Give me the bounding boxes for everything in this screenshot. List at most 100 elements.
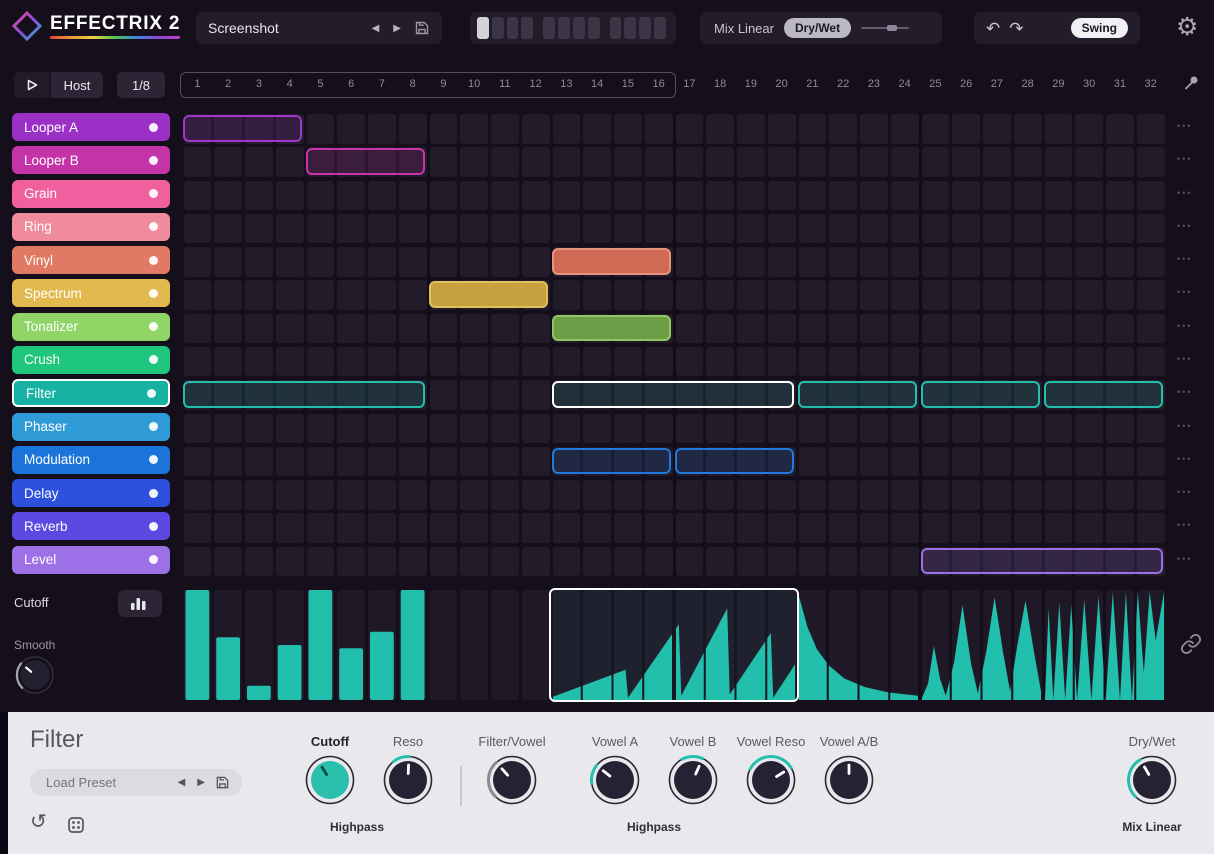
grid-cell[interactable] <box>183 446 212 477</box>
grid-cell[interactable] <box>829 280 857 310</box>
grid-cell[interactable] <box>398 513 427 543</box>
pin-icon[interactable] <box>1181 73 1201 93</box>
grid-cell[interactable] <box>460 346 488 377</box>
grid-cell[interactable] <box>829 313 857 344</box>
grid-cell[interactable] <box>706 546 734 577</box>
grid-cell[interactable] <box>614 180 642 211</box>
row-menu[interactable]: ••• <box>1177 321 1192 331</box>
grid-cell[interactable] <box>552 147 581 177</box>
grid-cell[interactable] <box>460 413 488 444</box>
grid-cell[interactable] <box>1075 413 1103 444</box>
grid-cell[interactable] <box>614 213 642 244</box>
grid-cell[interactable] <box>860 313 888 344</box>
grid-cell[interactable] <box>398 446 427 477</box>
grid-cell[interactable] <box>429 546 458 577</box>
grid-cell[interactable] <box>1136 313 1165 344</box>
grid-cell[interactable] <box>245 280 273 310</box>
grid-cell[interactable] <box>706 413 734 444</box>
grid-cell[interactable] <box>921 346 950 377</box>
grid-cell[interactable] <box>860 247 888 277</box>
grid-cell[interactable] <box>521 480 550 510</box>
row-menu[interactable]: ••• <box>1177 354 1192 364</box>
pattern-block[interactable] <box>183 115 302 142</box>
grid-cell[interactable] <box>921 446 950 477</box>
grid-cell[interactable] <box>767 413 796 444</box>
track-button-filter[interactable]: Filter <box>12 379 170 408</box>
grid-cell[interactable] <box>1075 346 1103 377</box>
grid-cell[interactable] <box>429 380 458 410</box>
grid-cell[interactable] <box>829 413 857 444</box>
pattern-slot-9[interactable] <box>609 17 622 39</box>
grid-cell[interactable] <box>829 114 857 144</box>
grid-cell[interactable] <box>583 213 611 244</box>
grid-cell[interactable] <box>491 213 519 244</box>
track-button-phaser[interactable]: Phaser <box>12 412 170 441</box>
grid-cell[interactable] <box>552 480 581 510</box>
grid-cell[interactable] <box>983 513 1011 543</box>
grid-cell[interactable] <box>183 280 212 310</box>
pattern-slot-10[interactable] <box>624 17 637 39</box>
pattern-slot-3[interactable] <box>506 17 519 39</box>
grid-cell[interactable] <box>337 313 365 344</box>
grid-cell[interactable] <box>829 247 857 277</box>
grid-cell[interactable] <box>306 513 335 543</box>
grid-cell[interactable] <box>983 180 1011 211</box>
grid-cell[interactable] <box>1106 280 1134 310</box>
grid-cell[interactable] <box>890 247 919 277</box>
drywet-mode-button[interactable]: Dry/Wet <box>783 18 852 38</box>
save-icon[interactable] <box>414 20 430 36</box>
grid-cell[interactable] <box>1044 446 1073 477</box>
grid-cell[interactable] <box>491 480 519 510</box>
grid-cell[interactable] <box>1013 346 1042 377</box>
grid-cell[interactable] <box>183 513 212 543</box>
grid-cell[interactable] <box>337 180 365 211</box>
grid-cell[interactable] <box>521 213 550 244</box>
grid-cell[interactable] <box>275 213 304 244</box>
grid-cell[interactable] <box>183 346 212 377</box>
grid-cell[interactable] <box>1044 213 1073 244</box>
grid-cell[interactable] <box>245 180 273 211</box>
row-menu[interactable]: ••• <box>1177 188 1192 198</box>
effect-preset-bar[interactable]: Load Preset ◀ ▶ <box>30 769 242 796</box>
grid-cell[interactable] <box>952 280 980 310</box>
track-enable-dot[interactable] <box>149 555 158 565</box>
grid-cell[interactable] <box>552 114 581 144</box>
grid-cell[interactable] <box>552 180 581 211</box>
grid-cell[interactable] <box>798 280 827 310</box>
grid-cell[interactable] <box>983 480 1011 510</box>
grid-cell[interactable] <box>952 213 980 244</box>
grid-cell[interactable] <box>1013 247 1042 277</box>
grid-cell[interactable] <box>737 213 765 244</box>
grid-cell[interactable] <box>890 213 919 244</box>
grid-cell[interactable] <box>952 313 980 344</box>
grid-cell[interactable] <box>952 247 980 277</box>
grid-cell[interactable] <box>521 346 550 377</box>
grid-cell[interactable] <box>737 546 765 577</box>
grid-cell[interactable] <box>1136 346 1165 377</box>
track-enable-dot[interactable] <box>149 189 158 199</box>
grid-cell[interactable] <box>1044 114 1073 144</box>
grid-cell[interactable] <box>952 513 980 543</box>
grid-cell[interactable] <box>952 480 980 510</box>
grid-cell[interactable] <box>275 513 304 543</box>
grid-cell[interactable] <box>737 114 765 144</box>
grid-cell[interactable] <box>890 114 919 144</box>
grid-cell[interactable] <box>583 546 611 577</box>
grid-cell[interactable] <box>675 313 704 344</box>
grid-cell[interactable] <box>860 446 888 477</box>
grid-cell[interactable] <box>1013 180 1042 211</box>
grid-cell[interactable] <box>767 346 796 377</box>
knob-vowel-reso[interactable] <box>745 754 797 811</box>
pattern-block[interactable] <box>552 248 671 275</box>
track-button-ring[interactable]: Ring <box>12 212 170 241</box>
grid-cell[interactable] <box>983 346 1011 377</box>
grid-cell[interactable] <box>921 114 950 144</box>
track-button-looper-b[interactable]: Looper B <box>12 146 170 175</box>
grid-cell[interactable] <box>921 247 950 277</box>
grid-cell[interactable] <box>214 147 242 177</box>
grid-cell[interactable] <box>306 446 335 477</box>
grid-cell[interactable] <box>890 446 919 477</box>
grid-cell[interactable] <box>1136 413 1165 444</box>
grid-cell[interactable] <box>767 546 796 577</box>
track-enable-dot[interactable] <box>149 455 158 465</box>
